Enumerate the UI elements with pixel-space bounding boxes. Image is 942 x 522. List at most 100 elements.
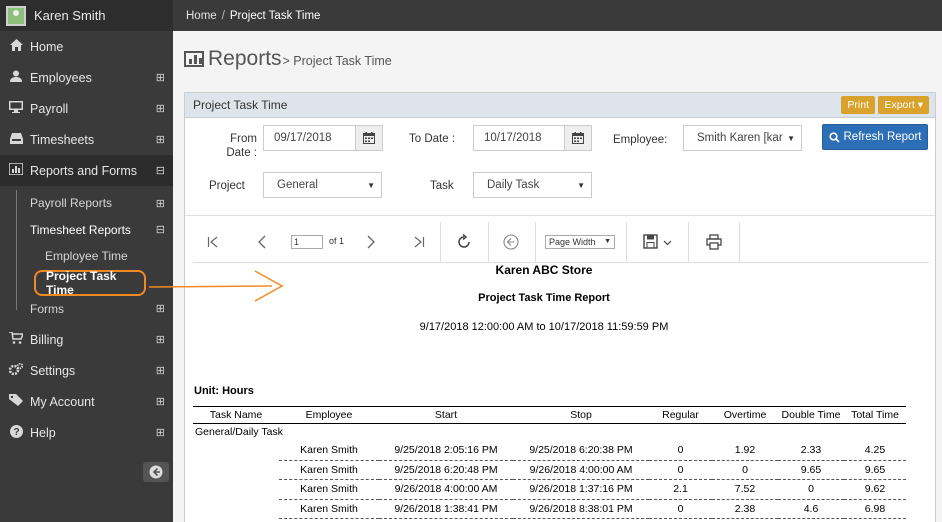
table-cell-empty (193, 480, 279, 500)
sidebar-item-payroll-reports[interactable]: Payroll Reports ⊞ (0, 190, 173, 217)
table-cell: 0 (649, 460, 712, 480)
table-cell-empty (193, 460, 279, 480)
toolbar-separator (739, 222, 740, 262)
table-row: Karen Smith 9/26/2018 1:38:41 PM 9/26/2018… (193, 499, 906, 519)
print-button[interactable]: Print (841, 96, 875, 114)
table-cell: 9.65 (844, 460, 906, 480)
expand-icon[interactable]: ⊞ (156, 133, 165, 146)
expand-icon[interactable]: ⊞ (156, 302, 165, 315)
sidebar-item-reports-and-forms[interactable]: Reports and Forms ⊟ (0, 155, 173, 186)
expand-icon[interactable]: ⊞ (156, 102, 165, 115)
sidebar-item-timesheets[interactable]: Timesheets ⊞ (0, 124, 173, 155)
table-cell-empty (193, 499, 279, 519)
sidebar-item-label: Forms (30, 301, 64, 316)
group-row: General/Daily Task (193, 424, 906, 441)
project-label: Project (209, 180, 245, 192)
sidebar-item-label: Project Task Time (46, 268, 117, 297)
refresh-button[interactable] (448, 222, 480, 262)
expand-icon[interactable]: ⊞ (156, 426, 165, 439)
page-subtitle: > Project Task Time (282, 54, 392, 68)
group-name: General/Daily Task (195, 426, 283, 439)
caret-down-icon: ▼ (577, 180, 585, 190)
to-date-calendar-button[interactable] (565, 125, 592, 151)
last-page-button[interactable] (407, 222, 431, 262)
calendar-icon (363, 132, 375, 144)
table-cell: Karen Smith (279, 499, 379, 519)
table-cell: 9/25/2018 6:20:48 PM (379, 460, 513, 480)
user-name: Karen Smith (34, 8, 106, 23)
sidebar-item-home[interactable]: Home (0, 31, 173, 62)
page-title: Reports > Project Task Time (184, 47, 392, 71)
table-cell: 9/25/2018 6:20:38 PM (513, 440, 649, 461)
table-cell: 7.52 (712, 479, 778, 500)
expand-icon[interactable]: ⊞ (156, 395, 165, 408)
table-cell: Karen Smith (279, 479, 379, 500)
first-page-button[interactable] (201, 222, 225, 262)
panel-header: Project Task Time Print Export ▾ (185, 93, 935, 118)
sidebar-item-billing[interactable]: Billing ⊞ (0, 324, 173, 355)
refresh-report-button[interactable]: Refresh Report (822, 124, 928, 150)
employee-label: Employee: (613, 134, 668, 146)
arrow-left-circle-icon (149, 465, 163, 479)
collapse-icon[interactable]: ⊟ (156, 223, 165, 236)
expand-icon[interactable]: ⊞ (156, 333, 165, 346)
sidebar-item-help[interactable]: ? Help ⊞ (0, 417, 173, 448)
save-button[interactable] (637, 222, 679, 262)
back-button[interactable] (495, 222, 527, 262)
export-button[interactable]: Export ▾ (878, 96, 929, 114)
task-select[interactable]: Daily Task ▼ (473, 172, 592, 198)
table-cell: 0 (649, 499, 712, 519)
sidebar-item-employees[interactable]: Employees ⊞ (0, 62, 173, 93)
sidebar-item-forms[interactable]: Forms ⊞ (0, 296, 173, 323)
task-label: Task (430, 180, 454, 192)
table-cell: 1.92 (712, 440, 778, 461)
page-title-text: Reports (208, 47, 282, 70)
project-select-value: General (277, 179, 318, 191)
toolbar-separator (440, 222, 441, 262)
project-select[interactable]: General ▼ (263, 172, 382, 198)
collapse-icon[interactable]: ⊟ (156, 164, 165, 177)
filter-divider (185, 215, 935, 216)
print-report-button[interactable] (698, 222, 730, 262)
to-date-input[interactable]: 10/17/2018 (473, 125, 565, 151)
expand-icon[interactable]: ⊞ (156, 71, 165, 84)
table-cell: 9/26/2018 1:38:41 PM (379, 499, 513, 519)
sidebar-item-label: Reports and Forms (30, 163, 137, 178)
toolbar-separator (626, 222, 627, 262)
next-page-button[interactable] (359, 222, 383, 262)
sidebar-item-label: Payroll Reports (30, 196, 113, 211)
table-cell: 9/26/2018 4:00:00 AM (379, 479, 513, 500)
from-date-calendar-button[interactable] (356, 125, 383, 151)
task-select-value: Daily Task (487, 179, 540, 191)
previous-page-button[interactable] (250, 222, 274, 262)
sidebar-item-project-task-time[interactable]: Project Task Time (34, 268, 146, 297)
table-cell: 4.25 (844, 440, 906, 461)
collapse-sidebar-button[interactable] (143, 462, 169, 482)
report-table: Task Name Employee Start Stop Regular Ov… (193, 406, 906, 519)
sidebar-item-my-account[interactable]: My Account ⊞ (0, 386, 173, 417)
sidebar-item-label: Help (30, 425, 56, 440)
user-header[interactable]: Karen Smith (0, 0, 173, 31)
sidebar-item-payroll[interactable]: Payroll ⊞ (0, 93, 173, 124)
column-header: Regular (649, 406, 712, 424)
caret-down-icon: ▼ (787, 133, 795, 143)
page-number-input[interactable]: 1 (291, 235, 323, 249)
sidebar-item-label: Billing (30, 332, 64, 347)
expand-icon[interactable]: ⊞ (156, 364, 165, 377)
table-cell: 2.1 (649, 479, 712, 500)
zoom-select[interactable]: Page Width ▼ (545, 235, 615, 249)
sidebar-item-label: Employees (30, 70, 92, 85)
report-viewer-toolbar: 1 of 1 Page Width ▼ (193, 222, 929, 263)
top-bar: Home / Project Task Time (173, 0, 942, 31)
first-page-icon (207, 236, 218, 248)
sidebar-item-employee-time[interactable]: Employee Time (0, 243, 173, 270)
from-date-label: From Date : (226, 133, 257, 159)
sidebar-item-settings[interactable]: Settings ⊞ (0, 355, 173, 386)
expand-icon[interactable]: ⊞ (156, 197, 165, 210)
sidebar-item-timesheet-reports[interactable]: Timesheet Reports ⊟ (0, 217, 173, 244)
employee-select[interactable]: Smith Karen [kar ▼ (683, 125, 802, 151)
breadcrumb-home[interactable]: Home (186, 10, 217, 22)
page-count: of 1 (329, 236, 345, 246)
from-date-input[interactable]: 09/17/2018 (263, 125, 356, 151)
table-cell: 6.98 (844, 499, 906, 519)
